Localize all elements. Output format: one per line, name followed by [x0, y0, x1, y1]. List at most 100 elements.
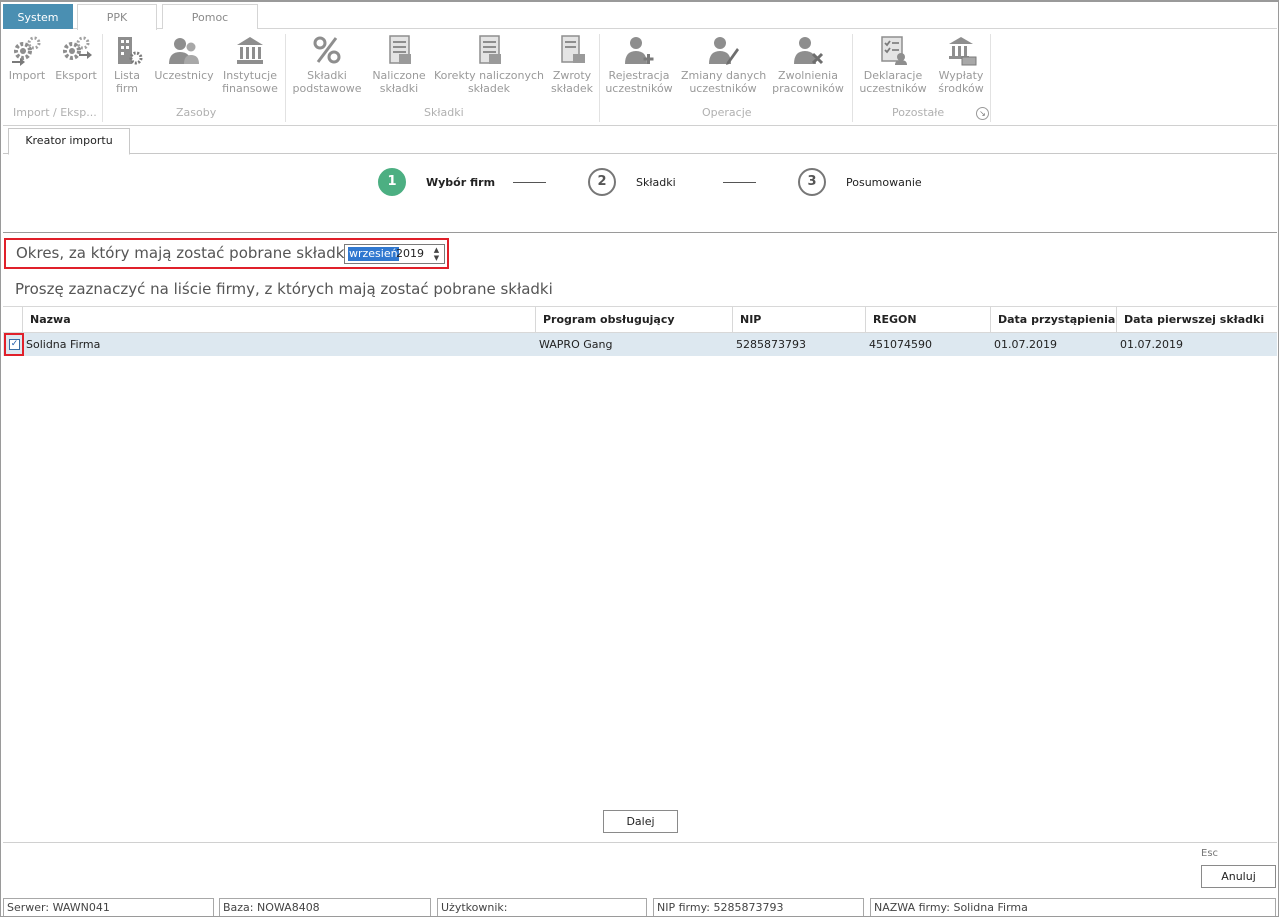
period-section: Okres, za który mają zostać pobrane skła…: [4, 238, 449, 269]
rejestracja-label-1: Rejestracja: [608, 69, 670, 82]
group-zasoby: Zasoby: [176, 106, 217, 119]
skladki-podstawowe-button[interactable]: Składki podstawowe: [291, 32, 363, 100]
step-1-label: Wybór firm: [426, 176, 496, 189]
column-header-nazwa[interactable]: Nazwa: [22, 307, 535, 333]
export-gears-icon: [63, 36, 92, 60]
bank-icon: [237, 37, 263, 64]
step-2-circle: 2: [588, 168, 616, 196]
group-import-eksport: Import / Eksp...: [13, 106, 97, 119]
tab-kreator-importu[interactable]: Kreator importu: [8, 128, 130, 155]
user-add-icon: [625, 37, 654, 64]
uczestnicy-button[interactable]: Uczestnicy: [153, 32, 215, 100]
spin-down-icon[interactable]: ▼: [431, 254, 442, 262]
grid-header: Nazwa Program obsługujący NIP REGON Data…: [3, 306, 1277, 333]
zmiany-label-1: Zmiany danych: [681, 69, 767, 82]
instruction-text: Proszę zaznaczyć na liście firmy, z któr…: [15, 280, 553, 298]
period-year-value[interactable]: 2019: [396, 247, 424, 261]
column-header-regon[interactable]: REGON: [865, 307, 990, 333]
percent-icon: [313, 36, 341, 64]
document-tab-strip: Kreator importu: [3, 127, 1277, 155]
tab-pomoc[interactable]: Pomoc: [162, 4, 258, 29]
deklaracje-button[interactable]: Deklaracje uczestników: [857, 32, 929, 100]
app-window: System PPK Pomoc Import Eksport Lista fi…: [0, 0, 1279, 917]
table-row[interactable]: Solidna Firma WAPRO Gang 5285873793 4510…: [3, 333, 1277, 356]
ribbon-separator: [285, 34, 286, 122]
esc-hint: Esc: [1201, 848, 1219, 859]
status-company: NAZWA firmy: Solidna Firma: [870, 898, 1276, 916]
zwolnienia-label-1: Zwolnienia: [778, 69, 838, 82]
korekty-label-2: składek: [467, 82, 511, 95]
period-label: Okres, za który mają zostać pobrane skła…: [16, 244, 349, 262]
tab-system[interactable]: System: [3, 4, 73, 29]
cell-data-przystapienia: 01.07.2019: [994, 338, 1057, 351]
return-document-icon: [561, 35, 585, 63]
export-button[interactable]: Eksport: [54, 32, 98, 100]
status-user: Użytkownik:: [437, 898, 647, 916]
step-2-label: Składki: [636, 176, 676, 189]
ribbon-separator: [852, 34, 853, 122]
column-header-program[interactable]: Program obsługujący: [535, 307, 732, 333]
group-skladki: Składki: [424, 106, 464, 119]
instytucje-label-1: Instytucje: [223, 69, 277, 82]
zwroty-label-2: składek: [550, 82, 594, 95]
ribbon-separator: [990, 34, 991, 122]
korekty-label-1: Korekty naliczonych: [434, 69, 545, 82]
cell-nip: 5285873793: [736, 338, 806, 351]
ribbon-tab-strip: System PPK Pomoc: [3, 4, 1277, 30]
korekty-button[interactable]: Korekty naliczonych składek: [434, 32, 544, 100]
step-3-circle: 3: [798, 168, 826, 196]
lista-firm-label-2: firm: [116, 82, 138, 95]
import-label: Import: [8, 69, 46, 82]
companies-grid: Nazwa Program obsługujący NIP REGON Data…: [3, 306, 1277, 806]
zwolnienia-button[interactable]: Zwolnienia pracowników: [771, 32, 845, 100]
user-remove-icon: [794, 37, 824, 65]
group-operacje: Operacje: [702, 106, 752, 119]
ribbon: Import Eksport Lista firm Uczestnicy Ins…: [3, 30, 1277, 126]
zwroty-button[interactable]: Zwroty składek: [548, 32, 596, 100]
deklaracje-label-1: Deklaracje: [863, 69, 923, 82]
import-button[interactable]: Import: [6, 32, 48, 100]
instytucje-button[interactable]: Instytucje finansowe: [219, 32, 281, 100]
row-checkbox-highlight: ✓: [4, 333, 24, 356]
rejestracja-button[interactable]: Rejestracja uczestników: [604, 32, 674, 100]
period-spinner[interactable]: wrzesień 2019 ▲ ▼: [344, 244, 445, 264]
export-label: Eksport: [55, 69, 97, 82]
naliczone-label-1: Naliczone: [372, 69, 426, 82]
zwolnienia-label-2: pracowników: [772, 82, 844, 95]
cancel-button[interactable]: Anuluj: [1201, 865, 1276, 888]
cell-program: WAPRO Gang: [539, 338, 613, 351]
column-header-data-pierwszej-skladki[interactable]: Data pierwszej składki: [1116, 307, 1277, 333]
zwroty-label-1: Zwroty: [552, 69, 592, 82]
calculator-sheet-icon: [389, 35, 411, 64]
status-nip: NIP firmy: 5285873793: [653, 898, 864, 916]
naliczone-skladki-button[interactable]: Naliczone składki: [370, 32, 428, 100]
lista-firm-button[interactable]: Lista firm: [107, 32, 147, 100]
zmiany-danych-button[interactable]: Zmiany danych uczestników: [681, 32, 767, 100]
row-checkbox[interactable]: ✓: [9, 339, 20, 350]
spin-up-icon[interactable]: ▲: [431, 246, 442, 254]
wyplaty-button[interactable]: Wypłaty środków: [934, 32, 988, 100]
wizard-steps: 1 Wybór firm 2 Składki 3 Posumowanie: [3, 155, 1277, 233]
cell-data-pierwszej-skladki: 01.07.2019: [1120, 338, 1183, 351]
lista-firm-label-1: Lista: [114, 69, 140, 82]
step-connector: [513, 182, 546, 183]
naliczone-label-2: składki: [379, 82, 419, 95]
wyplaty-label-1: Wypłaty: [938, 69, 984, 82]
deklaracje-label-2: uczestników: [859, 82, 927, 95]
import-gears-icon: [12, 36, 41, 66]
step-3-label: Posumowanie: [846, 176, 922, 189]
column-header-nip[interactable]: NIP: [732, 307, 865, 333]
step-1-circle: 1: [378, 168, 406, 196]
column-header-data-przystapienia[interactable]: Data przystąpienia: [990, 307, 1116, 333]
wyplaty-label-2: środków: [938, 82, 984, 95]
next-button[interactable]: Dalej: [603, 810, 678, 833]
instytucje-label-2: finansowe: [222, 82, 278, 95]
ribbon-launcher-icon[interactable]: ↘: [976, 107, 989, 120]
status-database: Baza: NOWA8408: [219, 898, 431, 916]
skladki-podstawowe-label-1: Składki: [307, 69, 347, 82]
tab-ppk[interactable]: PPK: [77, 4, 157, 30]
period-month-value[interactable]: wrzesień: [348, 247, 399, 261]
skladki-podstawowe-label-2: podstawowe: [292, 82, 362, 95]
user-edit-icon: [709, 37, 739, 65]
declaration-checklist-icon: [881, 36, 907, 65]
